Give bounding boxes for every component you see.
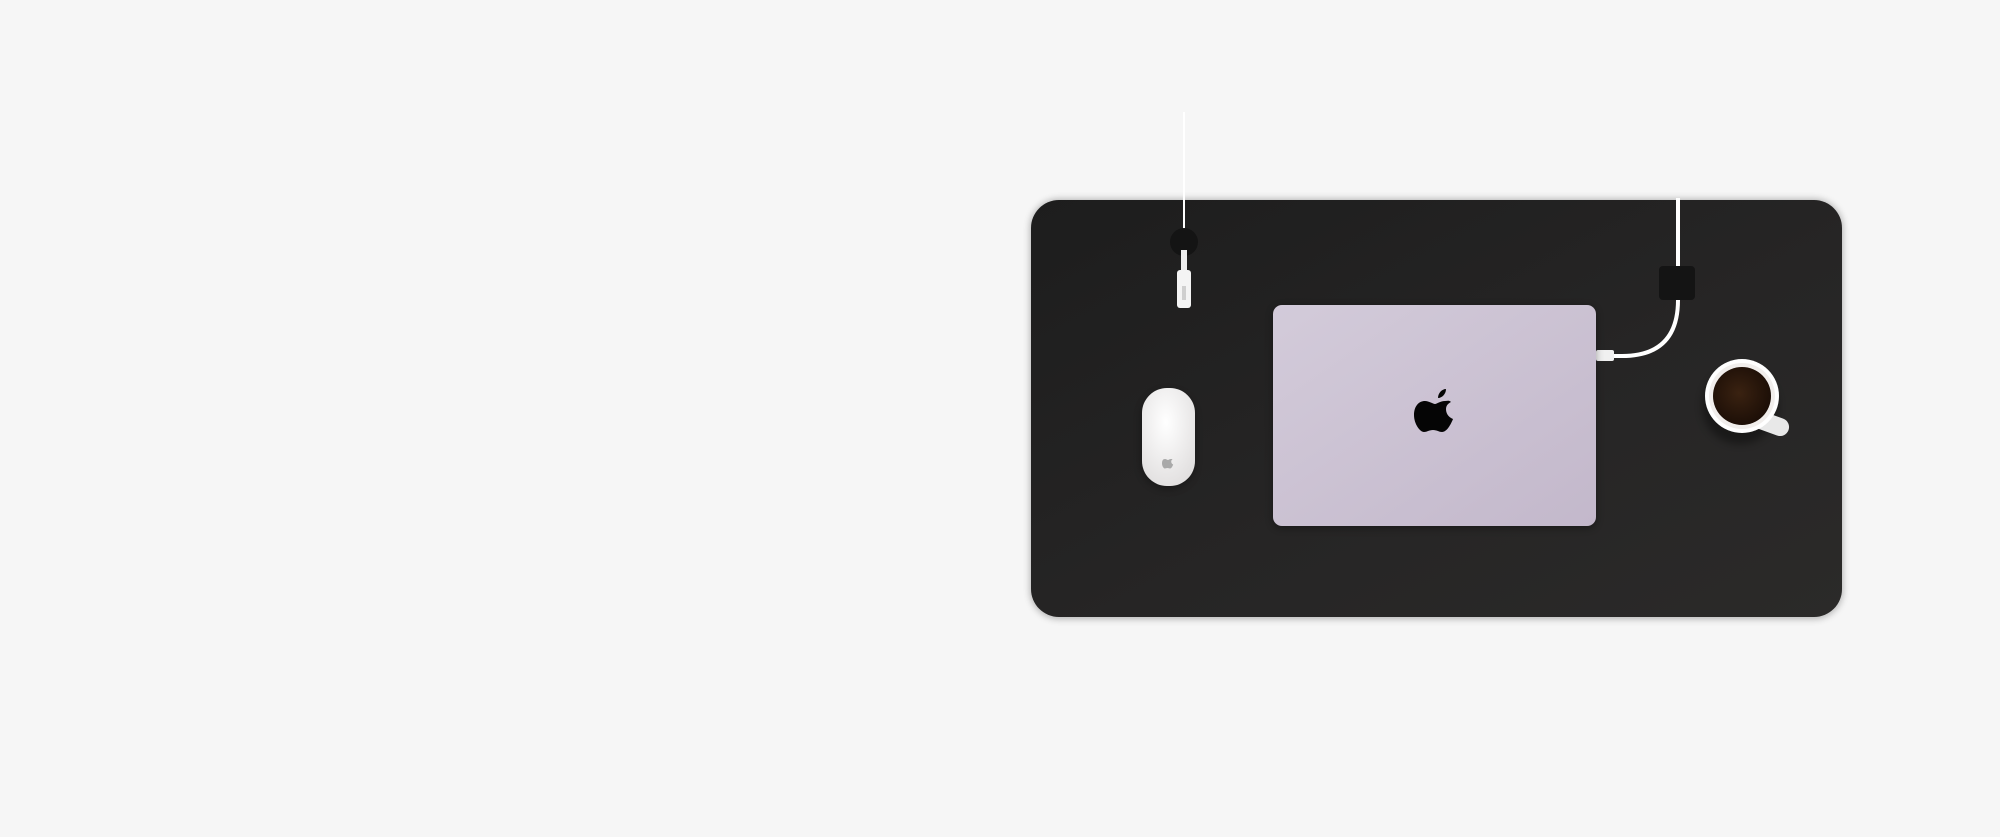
cable-clip-right [1659,266,1695,300]
laptop [1273,305,1596,528]
desk-setup-illustration [1031,112,1842,618]
coffee [1713,367,1771,425]
magic-mouse [1141,388,1195,489]
product-hero-scene [0,0,2000,837]
